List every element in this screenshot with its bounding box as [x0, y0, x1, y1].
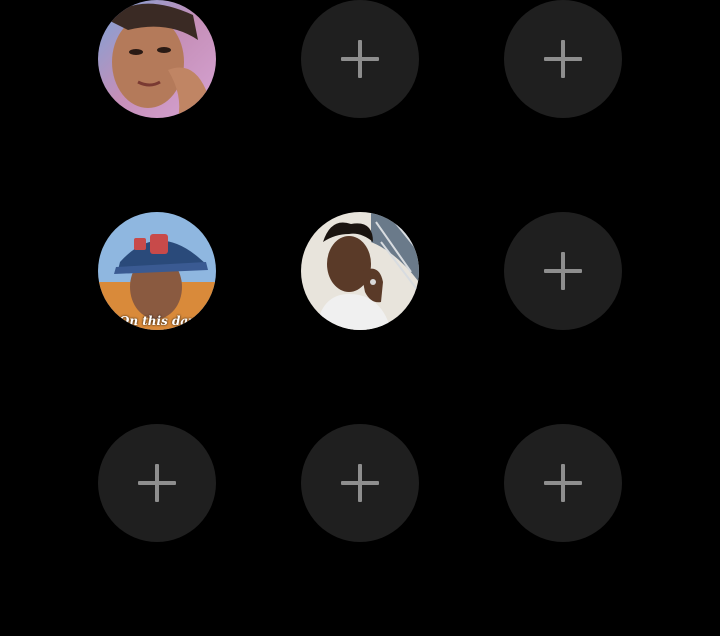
- add-highlight-button[interactable]: [301, 0, 419, 118]
- highlight-photo-1[interactable]: [98, 0, 216, 118]
- highlight-photo-2[interactable]: On this day: [98, 212, 216, 330]
- woman-selfie-image: [98, 0, 216, 118]
- highlight-photo-3[interactable]: [301, 212, 419, 330]
- man-with-ring-image: [301, 212, 419, 330]
- plus-icon: [544, 464, 582, 502]
- plus-icon: [544, 252, 582, 290]
- add-highlight-button[interactable]: [504, 424, 622, 542]
- highlights-grid: On this day: [0, 0, 720, 636]
- add-highlight-button[interactable]: [504, 0, 622, 118]
- plus-icon: [544, 40, 582, 78]
- add-highlight-button[interactable]: [98, 424, 216, 542]
- add-highlight-button[interactable]: [504, 212, 622, 330]
- plus-icon: [341, 464, 379, 502]
- add-highlight-button[interactable]: [301, 424, 419, 542]
- plus-icon: [341, 40, 379, 78]
- man-in-cap-image: [98, 212, 216, 330]
- overlay-caption: On this day: [118, 314, 196, 328]
- plus-icon: [138, 464, 176, 502]
